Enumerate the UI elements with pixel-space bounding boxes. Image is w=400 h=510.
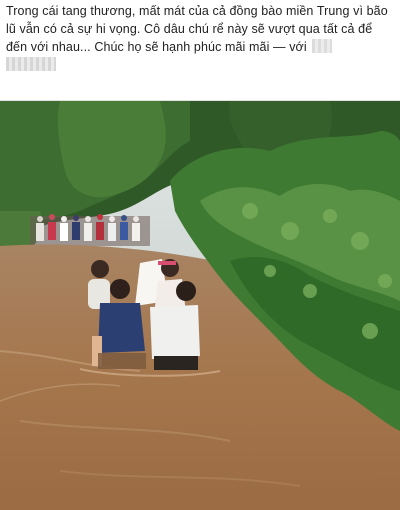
- post-photo[interactable]: [0, 100, 400, 510]
- tagged-person-link[interactable]: [312, 39, 333, 53]
- tagged-person-link-2[interactable]: [6, 57, 56, 71]
- flood-wedding-photo-icon: [0, 101, 400, 510]
- crowd-icon: [30, 214, 150, 246]
- post-caption: Trong cái tang thương, mất mát của cả đồ…: [6, 2, 394, 74]
- with-label: — với: [269, 40, 311, 54]
